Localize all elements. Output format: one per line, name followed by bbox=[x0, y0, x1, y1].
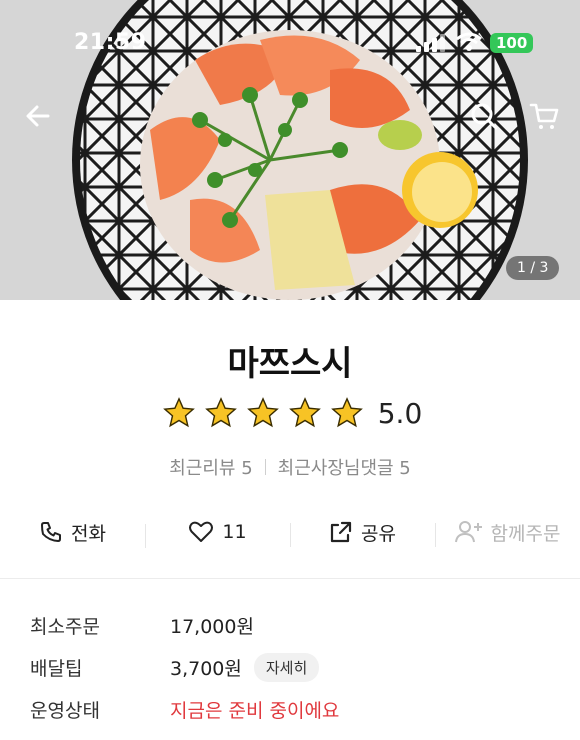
wifi-icon bbox=[456, 32, 482, 51]
min-order-label: 최소주문 bbox=[30, 615, 100, 638]
call-label: 전화 bbox=[71, 522, 106, 545]
rating-row: 5.0 bbox=[0, 396, 580, 430]
share-label: 공유 bbox=[361, 522, 396, 545]
review-divider bbox=[264, 459, 266, 475]
like-button[interactable]: 11 bbox=[145, 520, 290, 548]
share-icon bbox=[330, 521, 352, 543]
signal-icon bbox=[416, 34, 445, 52]
group-order-button[interactable]: 함께주문 bbox=[435, 519, 580, 547]
review-summary: 최근리뷰 5 최근사장님댓글 5 bbox=[0, 454, 580, 480]
search-button[interactable] bbox=[464, 96, 504, 136]
heart-icon bbox=[189, 521, 214, 542]
delivery-tip-row: 배달팁 3,700원 자세히 bbox=[30, 646, 550, 688]
star-icon bbox=[330, 397, 363, 428]
phone-icon bbox=[41, 522, 62, 542]
min-order-row: 최소주문 17,000원 bbox=[30, 604, 550, 646]
cart-icon bbox=[529, 103, 559, 129]
status-bar: 21:59 100 bbox=[0, 0, 580, 90]
rating-value: 5.0 bbox=[377, 396, 423, 430]
section-divider bbox=[0, 578, 580, 579]
back-button[interactable] bbox=[18, 96, 58, 136]
star-icon bbox=[246, 397, 279, 428]
group-order-label: 함께주문 bbox=[490, 522, 561, 545]
like-count: 11 bbox=[222, 521, 247, 543]
add-person-icon bbox=[454, 521, 482, 543]
delivery-tip-label: 배달팁 bbox=[30, 657, 83, 680]
star-icon bbox=[204, 397, 237, 428]
store-info-table: 최소주문 17,000원 배달팁 3,700원 자세히 운영상태 지금은 준비 … bbox=[30, 604, 550, 730]
store-name: 마쯔스시 bbox=[227, 344, 353, 384]
min-order-value: 17,000원 bbox=[170, 615, 254, 638]
status-value: 지금은 준비 중이에요 bbox=[170, 699, 340, 722]
recent-reviews-link[interactable]: 최근리뷰 5 bbox=[169, 454, 252, 480]
search-icon bbox=[471, 103, 498, 130]
store-photo[interactable]: 21:59 100 1 / 3 bbox=[0, 0, 580, 300]
delivery-tip-value: 3,700원 bbox=[170, 657, 242, 680]
status-time: 21:59 bbox=[74, 30, 147, 55]
owner-comments-link[interactable]: 최근사장님댓글 5 bbox=[278, 454, 411, 480]
status-label: 운영상태 bbox=[30, 699, 100, 722]
arrow-left-icon bbox=[26, 105, 50, 127]
cart-button[interactable] bbox=[524, 96, 564, 136]
star-icon bbox=[288, 397, 321, 428]
action-bar: 전화 11 공유 함께주문 bbox=[0, 508, 580, 556]
share-button[interactable]: 공유 bbox=[290, 519, 435, 547]
status-row: 운영상태 지금은 준비 중이에요 bbox=[30, 688, 550, 730]
battery-indicator: 100 bbox=[490, 33, 534, 53]
image-counter: 1 / 3 bbox=[506, 256, 560, 280]
delivery-tip-detail-button[interactable]: 자세히 bbox=[253, 652, 320, 682]
star-icon bbox=[162, 397, 195, 428]
call-button[interactable]: 전화 bbox=[0, 519, 145, 546]
